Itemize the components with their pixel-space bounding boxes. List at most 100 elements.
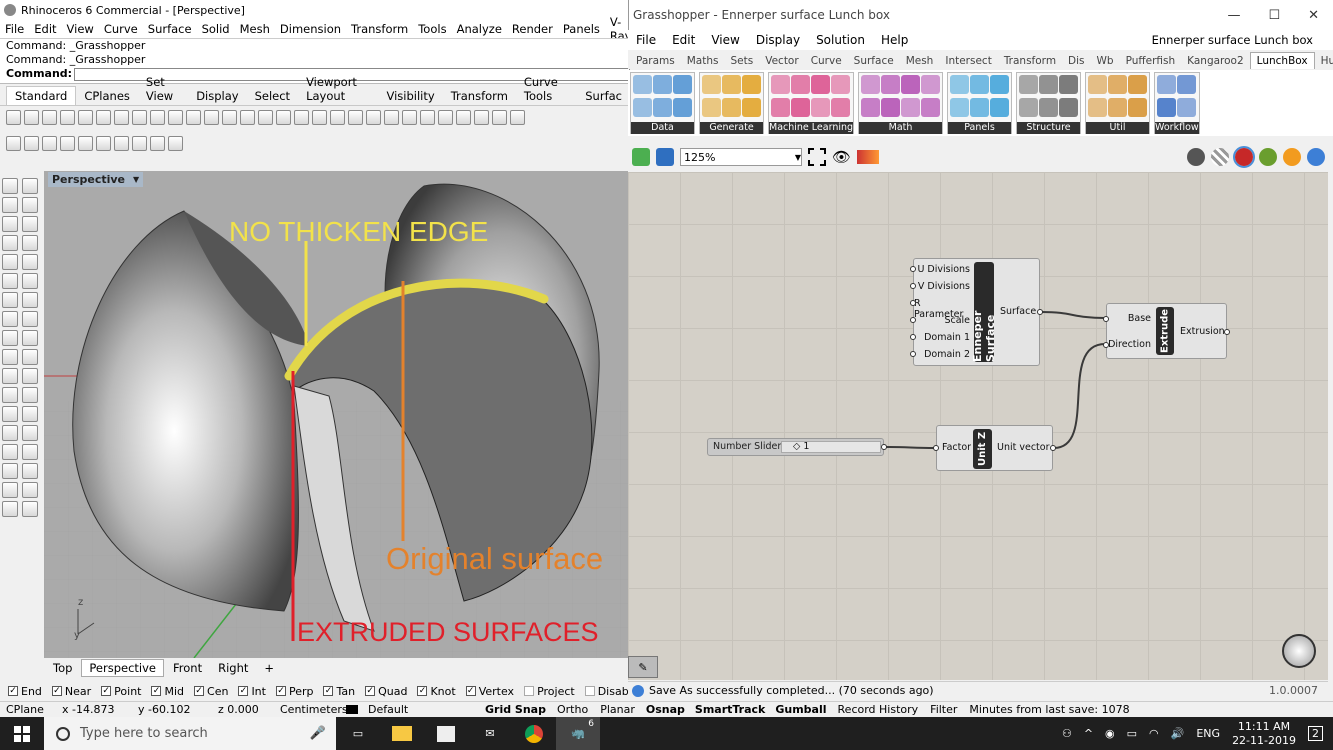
light-icon[interactable]: [312, 109, 327, 125]
port[interactable]: [1103, 342, 1109, 348]
osnap-point[interactable]: ✓ Point: [101, 685, 141, 698]
smarttrack-toggle[interactable]: SmartTrack: [690, 703, 770, 716]
paste-icon[interactable]: [132, 109, 147, 125]
toolbar-tab-cplanes[interactable]: CPlanes: [76, 87, 138, 105]
render-icon[interactable]: [22, 501, 38, 517]
menu-item-dimension[interactable]: Dimension: [275, 22, 346, 36]
zoom-selected-icon[interactable]: [240, 109, 255, 125]
gh-menu-help[interactable]: Help: [873, 33, 916, 47]
point-icon[interactable]: [22, 178, 38, 194]
gh-tab-lunchbox[interactable]: LunchBox: [1249, 52, 1315, 69]
toolbar-tab-curve-tools[interactable]: Curve Tools: [516, 73, 577, 105]
checkbox[interactable]: ✓: [323, 686, 334, 696]
checkbox[interactable]: ✓: [194, 686, 205, 696]
curve-icon[interactable]: [22, 197, 38, 213]
component-icon[interactable]: [811, 75, 830, 94]
units-label[interactable]: Centimeters: [274, 703, 348, 716]
component-icon[interactable]: [653, 75, 672, 94]
view-tab-perspective[interactable]: Perspective: [81, 659, 165, 677]
component-icon[interactable]: [1128, 98, 1148, 117]
sphere-icon[interactable]: [22, 292, 38, 308]
component-icon[interactable]: [1157, 75, 1177, 94]
gh-tab-transform[interactable]: Transform: [998, 53, 1062, 69]
osnap-tan[interactable]: ✓ Tan: [323, 685, 355, 698]
cplane-label[interactable]: CPlane: [0, 703, 56, 716]
toolbar-tab-set-view[interactable]: Set View: [138, 73, 188, 105]
component-icon[interactable]: [1019, 98, 1039, 117]
checkbox[interactable]: ✓: [51, 686, 62, 696]
extrude-component[interactable]: Base Direction Extrude Extrusion: [1103, 303, 1230, 359]
help-icon[interactable]: [510, 109, 525, 125]
filter-toggle[interactable]: Filter: [924, 703, 963, 716]
microphone-icon[interactable]: 🎤: [310, 726, 326, 741]
gh-tab-params[interactable]: Params: [630, 53, 681, 69]
component-icon[interactable]: [1088, 98, 1108, 117]
copy-icon[interactable]: [114, 109, 129, 125]
viewport-title-tab[interactable]: Perspective ▼: [48, 172, 144, 187]
osnap-knot[interactable]: ✓ Knot: [417, 685, 456, 698]
toolbar-tab-viewport-layout[interactable]: Viewport Layout: [298, 73, 378, 105]
view-tab-front[interactable]: Front: [166, 660, 209, 676]
number-slider[interactable]: Number Slider ◇ 1: [707, 438, 887, 456]
box-edit-icon[interactable]: [24, 135, 39, 151]
gh-tab-dis[interactable]: Dis: [1062, 53, 1090, 69]
view-tab-add[interactable]: +: [257, 660, 281, 676]
settings-icon[interactable]: [420, 109, 435, 125]
task-view-icon[interactable]: ▭: [336, 717, 380, 750]
box-icon[interactable]: [2, 292, 18, 308]
windows-start-icon[interactable]: [0, 717, 44, 750]
loft-icon[interactable]: [22, 273, 38, 289]
menu-item-curve[interactable]: Curve: [99, 22, 143, 36]
people-icon[interactable]: ⚇: [1062, 727, 1072, 740]
component-icon[interactable]: [1039, 98, 1059, 117]
component-icon[interactable]: [722, 75, 741, 94]
toolbar-tab-select[interactable]: Select: [247, 87, 298, 105]
wifi-icon[interactable]: ◠: [1149, 727, 1159, 740]
file-explorer-icon[interactable]: [380, 717, 424, 750]
component-icon[interactable]: [1108, 75, 1128, 94]
component-icon[interactable]: [811, 98, 830, 117]
gh-menu-edit[interactable]: Edit: [664, 33, 703, 47]
toolbar-tab-standard[interactable]: Standard: [6, 86, 77, 105]
pan-icon[interactable]: [168, 109, 183, 125]
block-icon[interactable]: [78, 135, 93, 151]
menu-item-render[interactable]: Render: [507, 22, 558, 36]
perspective-viewport[interactable]: NO THICKEN EDGE Original surface EXTRUDE…: [44, 171, 628, 658]
checkbox[interactable]: ✓: [8, 686, 18, 696]
component-icon[interactable]: [970, 98, 990, 117]
component-icon[interactable]: [950, 75, 970, 94]
gh-tab-kangaroo2[interactable]: Kangaroo2: [1181, 53, 1250, 69]
osnap-icon[interactable]: [6, 135, 21, 151]
component-icon[interactable]: [633, 75, 652, 94]
vray-light-icon[interactable]: [474, 109, 489, 125]
gh-tab-sets[interactable]: Sets: [725, 53, 760, 69]
component-icon[interactable]: [881, 75, 901, 94]
view-tab-right[interactable]: Right: [211, 660, 255, 676]
analyze-icon[interactable]: [2, 482, 18, 498]
vray-icon[interactable]: [438, 109, 453, 125]
explode-icon[interactable]: [22, 406, 38, 422]
component-icon[interactable]: [1128, 75, 1148, 94]
polygon-icon[interactable]: [2, 254, 18, 270]
gh-menu-view[interactable]: View: [703, 33, 747, 47]
shaded-preview-icon[interactable]: [1233, 146, 1255, 168]
port[interactable]: [1224, 329, 1230, 335]
component-icon[interactable]: [742, 75, 761, 94]
component-icon[interactable]: [1177, 75, 1197, 94]
checkbox[interactable]: ✓: [417, 686, 428, 696]
ortho-toggle[interactable]: Ortho: [551, 703, 594, 716]
osnap-cen[interactable]: ✓ Cen: [194, 685, 228, 698]
menu-item-mesh[interactable]: Mesh: [235, 22, 275, 36]
cage-icon[interactable]: [22, 463, 38, 479]
zoom-icon[interactable]: [258, 109, 273, 125]
osnap-mid[interactable]: ✓ Mid: [151, 685, 184, 698]
osnap-project[interactable]: Project: [524, 685, 575, 698]
layer-icon[interactable]: [294, 109, 309, 125]
target-icon[interactable]: [168, 135, 183, 151]
boolean-icon[interactable]: [2, 463, 18, 479]
wireframe-preview-icon[interactable]: [1211, 148, 1229, 166]
component-icon[interactable]: [1108, 98, 1128, 117]
osnap-quad[interactable]: ✓ Quad: [365, 685, 407, 698]
component-icon[interactable]: [831, 75, 850, 94]
group-icon[interactable]: [42, 135, 57, 151]
